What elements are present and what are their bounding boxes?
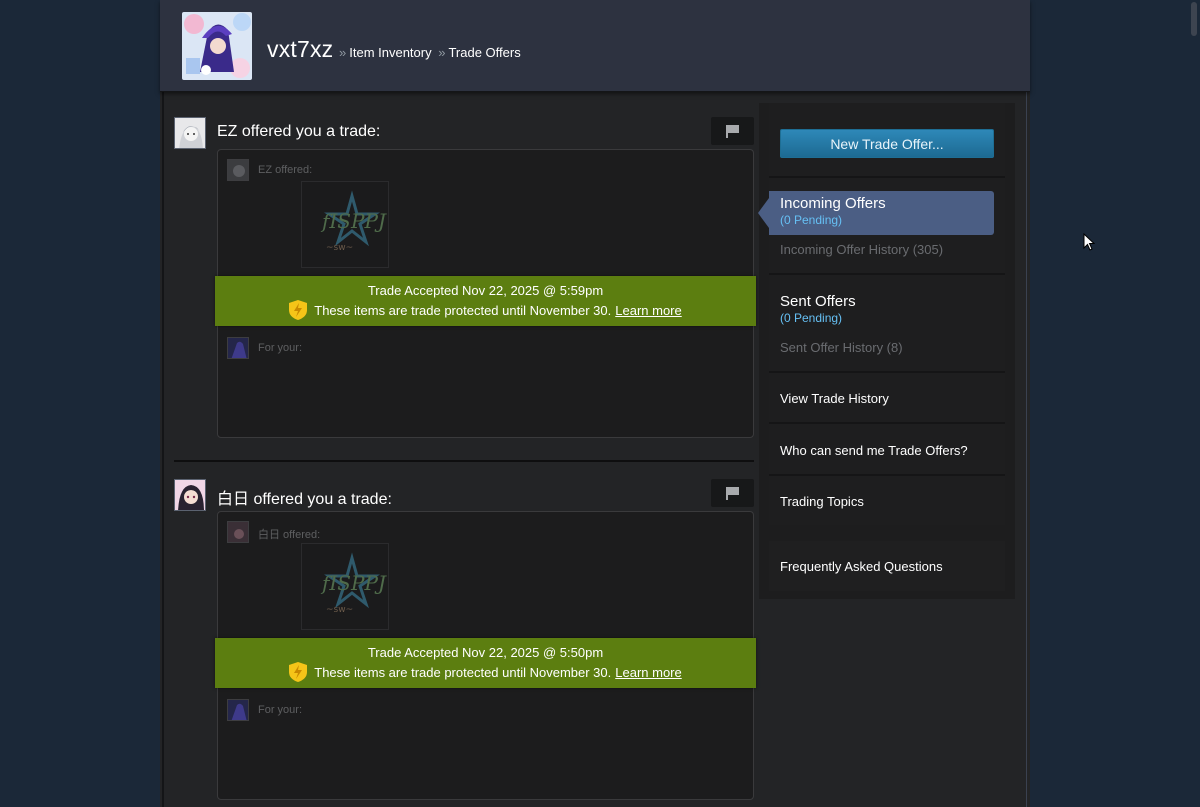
- trade-protected-shield-icon: [289, 300, 308, 320]
- svg-text:fISPPJ: fISPPJ: [320, 571, 387, 595]
- sidebar-divider: [769, 422, 1005, 424]
- view-trade-history-link[interactable]: View Trade History: [780, 391, 889, 406]
- active-tab-arrow-icon: [758, 198, 769, 228]
- mouse-pointer-icon: [1083, 233, 1095, 251]
- page-scrollbar[interactable]: [1188, 0, 1200, 807]
- incoming-offers-label: Incoming Offers: [780, 195, 886, 212]
- your-mini-avatar: [227, 699, 249, 721]
- offered-item[interactable]: fISPPJ ~sw~: [301, 543, 389, 630]
- offer-title: 白日 offered you a trade:: [217, 491, 392, 508]
- svg-text:~sw~: ~sw~: [326, 243, 353, 253]
- breadcrumb-separator-icon: »: [339, 45, 347, 60]
- trade-accepted-banner: Trade Accepted Nov 22, 2025 @ 5:59pm The…: [215, 276, 756, 326]
- sidebar-divider: [769, 371, 1005, 373]
- flag-icon: [725, 486, 739, 500]
- learn-more-link[interactable]: Learn more: [615, 303, 681, 318]
- faq-box: Frequently Asked Questions: [769, 541, 1005, 591]
- your-mini-avatar: [227, 337, 249, 359]
- report-flag-button[interactable]: [711, 479, 754, 507]
- report-flag-button[interactable]: [711, 117, 754, 145]
- trade-accepted-text: Trade Accepted Nov 22, 2025 @ 5:59pm: [367, 283, 604, 298]
- breadcrumb-trade-offers[interactable]: Trade Offers: [448, 45, 520, 60]
- sent-offers-link[interactable]: Sent Offers: [780, 293, 856, 310]
- trading-topics-link[interactable]: Trading Topics: [780, 494, 864, 509]
- svg-text:fISPPJ: fISPPJ: [320, 209, 387, 233]
- incoming-pending-count: (0 Pending): [780, 213, 843, 227]
- sidebar-divider: [769, 176, 1005, 178]
- breadcrumb-item-inventory[interactable]: Item Inventory: [349, 45, 431, 60]
- frame-left-border: [162, 92, 164, 807]
- partner-avatar[interactable]: [174, 117, 206, 149]
- offered-label: EZ offered:: [258, 164, 313, 176]
- flag-icon: [725, 124, 739, 138]
- persona-name[interactable]: vxt7xz: [267, 36, 333, 63]
- trade-accepted-banner: Trade Accepted Nov 22, 2025 @ 5:50pm The…: [215, 638, 756, 688]
- faq-link[interactable]: Frequently Asked Questions: [780, 559, 943, 574]
- offer-title: EZ offered you a trade:: [217, 123, 381, 140]
- learn-more-link[interactable]: Learn more: [615, 665, 681, 680]
- partner-mini-avatar: [227, 159, 249, 181]
- tab-incoming-offers[interactable]: Incoming Offers (0 Pending): [758, 191, 994, 235]
- breadcrumb: » Item Inventory » Trade Offers: [339, 45, 524, 60]
- sidebar-divider: [769, 273, 1005, 275]
- trade-protected-shield-icon: [289, 662, 308, 682]
- trade-offer: EZ offered you a trade: EZ offered: fISP…: [174, 117, 756, 439]
- trade-offer: 白日 offered you a trade: 白日 offered: fISP…: [174, 479, 756, 801]
- offered-label: 白日 offered:: [258, 529, 321, 541]
- for-your-label: For your:: [258, 704, 303, 716]
- profile-avatar[interactable]: [182, 12, 252, 80]
- incoming-offer-history-link[interactable]: Incoming Offer History (305): [780, 242, 943, 257]
- trade-offers-sidebar: New Trade Offer... Incoming Offers (0 Pe…: [758, 103, 1015, 599]
- partner-mini-avatar: [227, 521, 249, 543]
- offer-divider: [174, 460, 754, 462]
- sent-pending-count: (0 Pending): [780, 311, 843, 325]
- for-your-label: For your:: [258, 342, 303, 354]
- new-trade-offer-button[interactable]: New Trade Offer...: [780, 129, 994, 158]
- trade-protected-text: These items are trade protected until No…: [314, 302, 612, 318]
- svg-text:~sw~: ~sw~: [326, 605, 353, 615]
- frame-right-border: [1026, 92, 1027, 807]
- partner-avatar[interactable]: [174, 479, 206, 511]
- trade-accepted-text: Trade Accepted Nov 22, 2025 @ 5:50pm: [367, 645, 604, 660]
- sent-offer-history-link[interactable]: Sent Offer History (8): [780, 340, 903, 355]
- trade-protected-text: These items are trade protected until No…: [314, 664, 612, 680]
- who-can-send-link[interactable]: Who can send me Trade Offers?: [780, 443, 968, 458]
- offered-item[interactable]: fISPPJ ~sw~: [301, 181, 389, 268]
- breadcrumb-separator-icon: »: [438, 45, 446, 60]
- sidebar-divider: [769, 474, 1005, 476]
- scrollbar-thumb[interactable]: [1191, 2, 1197, 36]
